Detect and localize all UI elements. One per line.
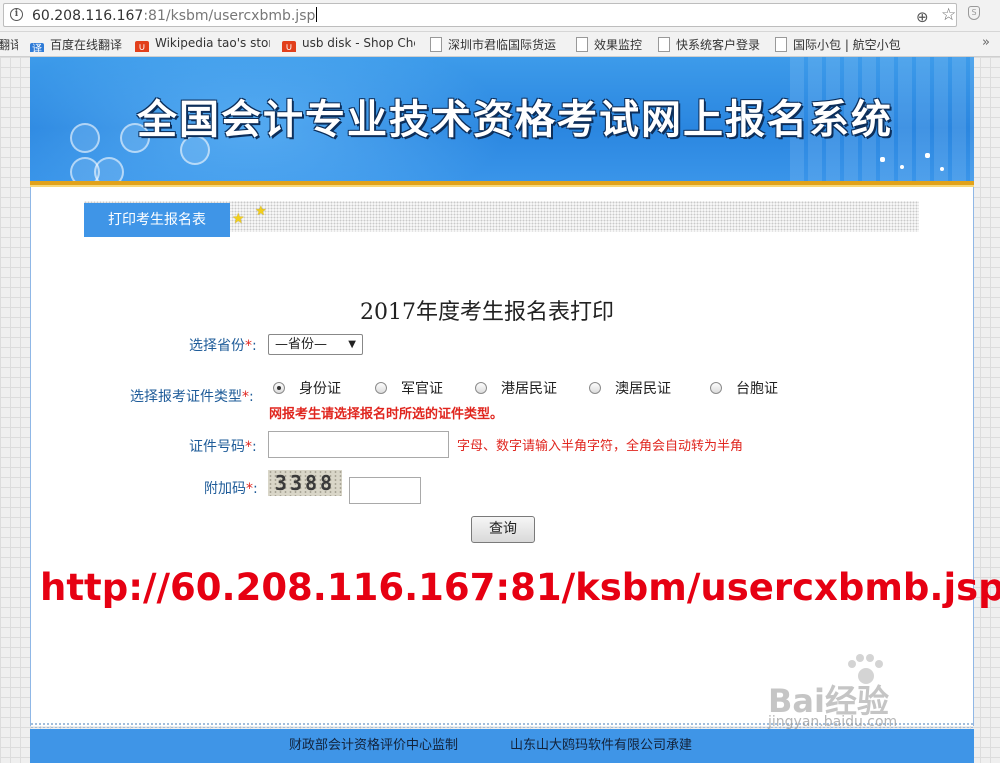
bookmark-label: 效果监控	[594, 38, 643, 52]
label-colon: :	[253, 481, 258, 497]
bookmark-label: 快系统客户登录	[676, 38, 761, 52]
bookmark-item[interactable]: 深圳市君临国际货运	[430, 36, 562, 52]
id-type-hint: 网报考生请选择报名时所选的证件类型。	[269, 407, 504, 422]
text-caret	[316, 7, 318, 22]
banner-dot	[880, 157, 885, 162]
bookmarks-bar: 翻译 译百度在线翻译 ∪ Wikipedia tao's stor ∪ usb di…	[0, 32, 1000, 57]
page-icon	[430, 37, 442, 52]
page-footer: 财政部会计资格评价中心监制 山东山大鸥玛软件有限公司承建	[30, 729, 974, 763]
radio-label: 台胞证	[736, 381, 778, 397]
footer-builder: 山东山大鸥玛软件有限公司承建	[510, 738, 693, 753]
url-overlay-annotation: http://60.208.116.167:81/ksbm/usercxbmb.…	[40, 566, 1000, 609]
radio-button[interactable]	[475, 382, 487, 394]
label-colon: :	[252, 439, 257, 455]
bookmark-label: 翻译	[0, 38, 18, 52]
radio-macau-resident[interactable]: 澳居民证	[589, 378, 671, 398]
bookmark-star-icon[interactable]: ☆	[941, 5, 956, 25]
bookmark-item[interactable]: 翻译	[0, 36, 18, 52]
bookmark-label: 国际小包 | 航空小包	[793, 38, 901, 52]
header-banner: 全国会计专业技术资格考试网上报名系统	[30, 57, 974, 186]
baidu-jingyan-watermark: Bai经验 jingyan.baidu.com	[768, 652, 968, 732]
banner-hexagon	[70, 123, 100, 153]
radio-hk-resident[interactable]: 港居民证	[475, 378, 557, 398]
radio-button[interactable]	[375, 382, 387, 394]
bookmark-item[interactable]: ∪ usb disk - Shop Che	[282, 36, 415, 52]
id-number-input[interactable]	[268, 431, 449, 458]
banner-dot	[925, 153, 930, 158]
form-title: 2017年度考生报名表打印	[360, 300, 614, 325]
id-number-hint: 字母、数字请输入半角字符，全角会自动转为半角	[457, 439, 744, 454]
radio-id-card[interactable]: 身份证	[273, 378, 341, 398]
taobao-icon: ∪	[135, 41, 149, 52]
captcha-input[interactable]	[349, 477, 421, 504]
taobao-icon: ∪	[282, 41, 296, 52]
required-mark: *	[245, 439, 252, 455]
radio-button-checked[interactable]	[273, 382, 285, 394]
radio-label: 港居民证	[501, 381, 557, 397]
radio-label: 澳居民证	[615, 381, 671, 397]
radio-taiwan-compatriot[interactable]: 台胞证	[710, 378, 778, 398]
bookmark-label: usb disk - Shop Che	[302, 36, 415, 50]
bookmark-label: Wikipedia tao's stor	[155, 36, 270, 50]
captcha-image[interactable]: 3388	[268, 470, 342, 496]
extension-shield-icon[interactable]: S	[968, 6, 980, 20]
radio-button[interactable]	[710, 382, 722, 394]
banner-dot	[900, 165, 904, 169]
required-mark: *	[242, 389, 249, 405]
bookmarks-overflow-icon[interactable]: »	[982, 35, 990, 50]
required-mark: *	[245, 338, 252, 354]
label-colon: :	[249, 389, 254, 405]
bookmark-item[interactable]: 译百度在线翻译	[30, 36, 130, 52]
province-label-text: 选择省份	[189, 338, 245, 354]
province-label: 选择省份*:	[189, 335, 257, 355]
radio-label: 身份证	[299, 381, 341, 397]
chevron-down-icon: ▼	[348, 339, 356, 350]
banner-dot	[940, 167, 944, 171]
content-panel	[30, 187, 974, 726]
site-title: 全国会计专业技术资格考试网上报名系统	[137, 96, 893, 143]
tab-print-registration[interactable]: 打印考生报名表	[84, 203, 230, 237]
required-mark: *	[246, 481, 253, 497]
translate-icon: 译	[30, 43, 44, 52]
id-type-label-text: 选择报考证件类型	[130, 389, 242, 405]
label-colon: :	[252, 338, 257, 354]
bookmark-item[interactable]: 国际小包 | 航空小包	[775, 36, 907, 52]
url-host: 60.208.116.167	[32, 8, 144, 24]
page-icon	[576, 37, 588, 52]
zoom-icon[interactable]: ⊕	[916, 8, 929, 26]
captcha-label-text: 附加码	[204, 481, 246, 497]
bookmark-label: 百度在线翻译	[50, 38, 123, 52]
bookmark-item[interactable]: 快系统客户登录	[658, 36, 768, 52]
province-select-value: —省份—	[275, 337, 328, 352]
query-button[interactable]: 查询	[471, 516, 535, 543]
id-type-label: 选择报考证件类型*:	[130, 386, 254, 406]
id-number-label: 证件号码*:	[189, 436, 257, 456]
footer-supervisor: 财政部会计资格评价中心监制	[289, 738, 459, 753]
page-icon	[775, 37, 787, 52]
star-icon: ★	[255, 204, 267, 219]
browser-toolbar: i 60.208.116.167:81/ksbm/usercxbmb.jsp ⊕…	[0, 0, 1000, 32]
bookmark-item[interactable]: ∪ Wikipedia tao's stor	[135, 36, 270, 52]
watermark-url: jingyan.baidu.com	[768, 714, 898, 730]
captcha-label: 附加码*:	[204, 478, 258, 498]
radio-military-id[interactable]: 军官证	[375, 378, 443, 398]
radio-button[interactable]	[589, 382, 601, 394]
address-bar[interactable]: i 60.208.116.167:81/ksbm/usercxbmb.jsp ⊕…	[3, 3, 957, 27]
province-select[interactable]: —省份— ▼	[268, 334, 363, 355]
id-number-label-text: 证件号码	[189, 439, 245, 455]
bookmark-item[interactable]: 效果监控	[576, 36, 651, 52]
radio-label: 军官证	[401, 381, 443, 397]
page-icon	[658, 37, 670, 52]
star-icon: ★	[232, 211, 245, 227]
address-url[interactable]: 60.208.116.167:81/ksbm/usercxbmb.jsp	[32, 7, 318, 24]
info-icon[interactable]: i	[10, 8, 23, 21]
url-path: :81/ksbm/usercxbmb.jsp	[143, 8, 316, 24]
bookmark-label: 深圳市君临国际货运	[448, 38, 557, 52]
